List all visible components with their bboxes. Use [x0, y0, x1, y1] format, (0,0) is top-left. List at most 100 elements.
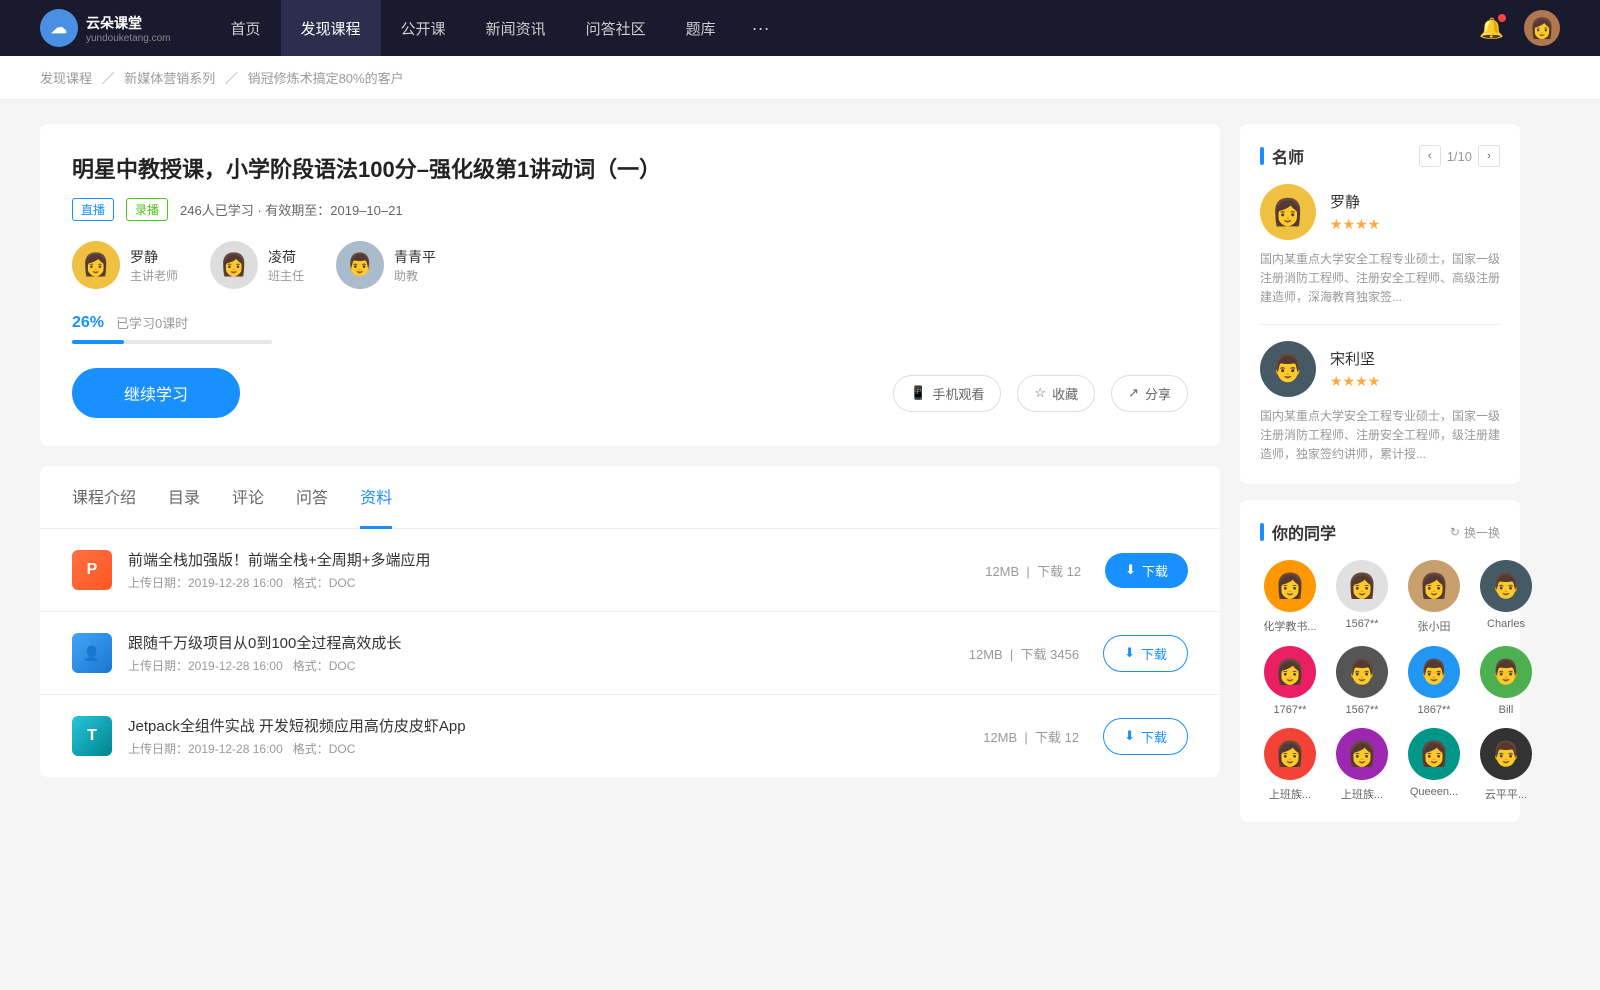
- nav-items: 首页 发现课程 公开课 新闻资讯 问答社区 题库 ···: [211, 0, 1480, 56]
- logo-icon: ☁: [51, 18, 67, 38]
- teacher-card-2-stars: ★★★★: [1330, 373, 1380, 390]
- tab-resource[interactable]: 资料: [360, 466, 392, 529]
- tab-review[interactable]: 评论: [232, 466, 264, 529]
- breadcrumb-sep-1: ／: [102, 71, 115, 86]
- classmate-9-avatar: 👩: [1264, 728, 1316, 780]
- sidebar: 名师 ‹ 1/10 › 👩 罗静 ★★★★ 国内某重点大学安全工程专业硕士，: [1240, 124, 1520, 822]
- download-icon-3: ⬇: [1124, 728, 1135, 744]
- progress-bar-bg: [72, 340, 272, 344]
- nav-item-public[interactable]: 公开课: [381, 0, 466, 56]
- resource-item-3: T Jetpack全组件实战 开发短视频应用高仿皮皮虾App 上传日期：2019…: [40, 695, 1220, 777]
- star-icon: ☆: [1034, 385, 1046, 401]
- nav-item-home[interactable]: 首页: [211, 0, 281, 56]
- breadcrumb-link-series[interactable]: 新媒体营销系列: [124, 71, 215, 86]
- classmate-6-name: 1567**: [1332, 704, 1392, 716]
- classmates-card: 你的同学 ↻ 换一换 👩 化学教书... 👩 1567** 👩 张小田: [1240, 500, 1520, 822]
- breadcrumb: 发现课程 ／ 新媒体营销系列 ／ 销冠修炼术搞定80%的客户: [0, 56, 1600, 100]
- breadcrumb-link-discover[interactable]: 发现课程: [40, 71, 92, 86]
- content-tabs-card: 课程介绍 目录 评论 问答 资料 P 前端全栈加强版！前端全栈+全周期+多端应用…: [40, 466, 1220, 777]
- classmate-10[interactable]: 👩 上班族...: [1332, 728, 1392, 802]
- tabs-bar: 课程介绍 目录 评论 问答 资料: [40, 466, 1220, 529]
- course-card: 明星中教授课，小学阶段语法100分–强化级第1讲动词（一） 直播 录播 246人…: [40, 124, 1220, 446]
- classmate-3[interactable]: 👩 张小田: [1404, 560, 1464, 634]
- share-button[interactable]: ↗ 分享: [1111, 375, 1188, 412]
- classmate-4[interactable]: 👨 Charles: [1476, 560, 1536, 634]
- nav-item-discover[interactable]: 发现课程: [281, 0, 381, 56]
- nav-right: 🔔 👩: [1479, 10, 1560, 46]
- resource-item-1: P 前端全栈加强版！前端全栈+全周期+多端应用 上传日期：2019-12-28 …: [40, 529, 1220, 612]
- nav-item-exam[interactable]: 题库: [666, 0, 736, 56]
- course-actions: 继续学习 📱 手机观看 ☆ 收藏 ↗ 分享: [72, 368, 1188, 418]
- teacher-card-1-desc: 国内某重点大学安全工程专业硕士，国家一级注册消防工程师、注册安全工程师、高级注册…: [1260, 250, 1500, 308]
- resource-item-2: 👤 跟随千万级项目从0到100全过程高效成长 上传日期：2019-12-28 1…: [40, 612, 1220, 695]
- nav-item-qa[interactable]: 问答社区: [566, 0, 666, 56]
- classmate-9[interactable]: 👩 上班族...: [1260, 728, 1320, 802]
- nav-more-icon[interactable]: ···: [736, 18, 786, 39]
- mobile-icon: 📱: [910, 385, 926, 401]
- teacher-3-avatar: 👨: [336, 241, 384, 289]
- teacher-2-avatar: 👩: [210, 241, 258, 289]
- classmate-10-name: 上班族...: [1332, 786, 1392, 802]
- notification-bell[interactable]: 🔔: [1479, 16, 1504, 41]
- nav-item-news[interactable]: 新闻资讯: [466, 0, 566, 56]
- resource-name-1: 前端全栈加强版！前端全栈+全周期+多端应用: [128, 549, 985, 570]
- download-button-3[interactable]: ⬇ 下载: [1103, 718, 1188, 755]
- progress-section: 26% 已学习0课时: [72, 313, 1188, 344]
- classmate-6-avatar: 👨: [1336, 646, 1388, 698]
- classmate-11[interactable]: 👩 Queeen...: [1404, 728, 1464, 802]
- classmate-10-avatar: 👩: [1336, 728, 1388, 780]
- classmate-1[interactable]: 👩 化学教书...: [1260, 560, 1320, 634]
- classmate-1-avatar: 👩: [1264, 560, 1316, 612]
- teachers-title: 名师: [1260, 144, 1304, 168]
- classmates-header: 你的同学 ↻ 换一换: [1260, 520, 1500, 544]
- teacher-card-1-stars: ★★★★: [1330, 216, 1380, 233]
- classmate-11-name: Queeen...: [1404, 786, 1464, 798]
- classmate-2-name: 1567**: [1332, 618, 1392, 630]
- user-avatar[interactable]: 👩: [1524, 10, 1560, 46]
- classmate-1-name: 化学教书...: [1260, 618, 1320, 634]
- resource-name-2: 跟随千万级项目从0到100全过程高效成长: [128, 632, 969, 653]
- teacher-card-1-avatar: 👩: [1260, 184, 1316, 240]
- teacher-2-role: 班主任: [268, 267, 304, 284]
- classmate-12-name: 云平平...: [1476, 786, 1536, 802]
- progress-bar-fill: [72, 340, 124, 344]
- classmate-6[interactable]: 👨 1567**: [1332, 646, 1392, 716]
- download-button-2[interactable]: ⬇ 下载: [1103, 635, 1188, 672]
- tab-qa[interactable]: 问答: [296, 466, 328, 529]
- resource-info-3: Jetpack全组件实战 开发短视频应用高仿皮皮虾App 上传日期：2019-1…: [128, 715, 983, 757]
- classmate-12-avatar: 👨: [1480, 728, 1532, 780]
- refresh-classmates-button[interactable]: ↻ 换一换: [1450, 524, 1500, 541]
- resource-name-3: Jetpack全组件实战 开发短视频应用高仿皮皮虾App: [128, 715, 983, 736]
- classmate-8[interactable]: 👨 Bill: [1476, 646, 1536, 716]
- resource-stats-1: 12MB | 下载 12: [985, 561, 1081, 580]
- teacher-2: 👩 凌荷 班主任: [210, 241, 304, 289]
- classmate-12[interactable]: 👨 云平平...: [1476, 728, 1536, 802]
- resource-icon-3: T: [72, 716, 112, 756]
- resource-list: P 前端全栈加强版！前端全栈+全周期+多端应用 上传日期：2019-12-28 …: [40, 529, 1220, 777]
- logo-text: 云朵课堂: [86, 13, 171, 33]
- classmate-11-avatar: 👩: [1408, 728, 1460, 780]
- classmates-title: 你的同学: [1260, 520, 1336, 544]
- teacher-3-role: 助教: [394, 267, 436, 284]
- teacher-card-1-name: 罗静: [1330, 191, 1380, 212]
- progress-percent: 26%: [72, 314, 104, 332]
- continue-learning-button[interactable]: 继续学习: [72, 368, 240, 418]
- mobile-watch-button[interactable]: 📱 手机观看: [893, 375, 1001, 412]
- tab-intro[interactable]: 课程介绍: [72, 466, 136, 529]
- classmate-8-name: Bill: [1476, 704, 1536, 716]
- teacher-card-2-name: 宋利坚: [1330, 348, 1380, 369]
- classmate-3-name: 张小田: [1404, 618, 1464, 634]
- tab-directory[interactable]: 目录: [168, 466, 200, 529]
- breadcrumb-sep-2: ／: [225, 71, 238, 86]
- classmate-5[interactable]: 👩 1767**: [1260, 646, 1320, 716]
- teacher-page: 1/10: [1447, 149, 1472, 164]
- teacher-divider: [1260, 324, 1500, 325]
- collect-button[interactable]: ☆ 收藏: [1017, 375, 1095, 412]
- logo[interactable]: ☁ 云朵课堂 yundouketang.com: [40, 9, 171, 47]
- teacher-next-button[interactable]: ›: [1478, 145, 1500, 167]
- classmate-2[interactable]: 👩 1567**: [1332, 560, 1392, 634]
- classmate-7[interactable]: 👨 1867**: [1404, 646, 1464, 716]
- teacher-prev-button[interactable]: ‹: [1419, 145, 1441, 167]
- classmate-3-avatar: 👩: [1408, 560, 1460, 612]
- download-button-1[interactable]: ⬇ 下载: [1105, 553, 1188, 588]
